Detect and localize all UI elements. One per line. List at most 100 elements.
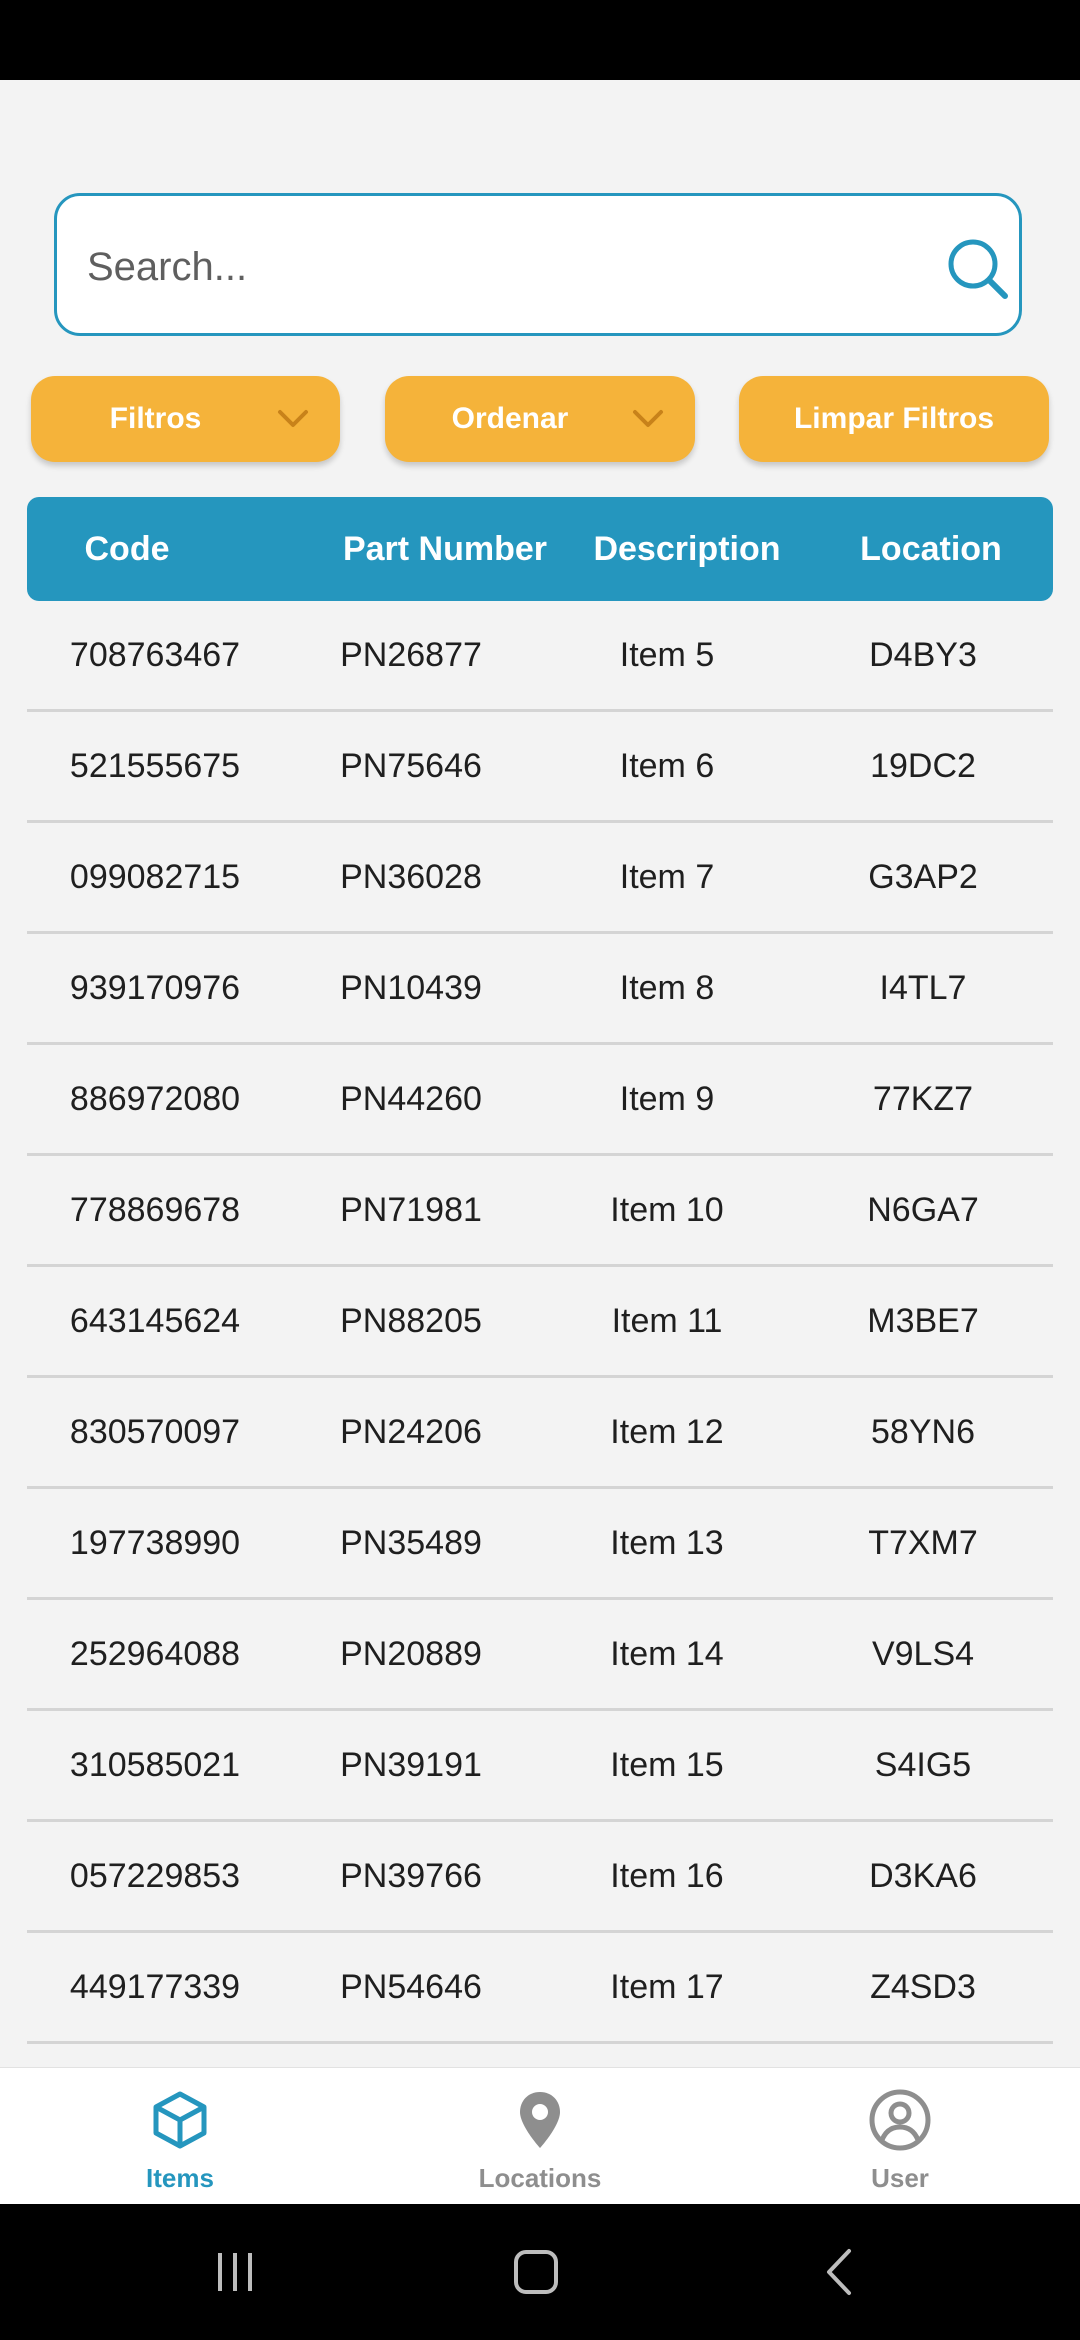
cell-part-number: PN44260 [340,1080,482,1118]
user-circle-icon [869,2089,931,2151]
cell-description: Item 5 [619,636,715,674]
items-table[interactable]: 708763467 PN26877 Item 5 D4BY3 521555675 PN75… [27,601,1053,2067]
cell-code: 708763467 [69,636,241,674]
table-row[interactable]: 939170976 PN10439 Item 8 I4TL7 [27,934,1053,1045]
search-icon[interactable] [943,234,1013,304]
sort-button[interactable]: Ordenar [385,376,695,462]
cube-icon [153,2091,207,2149]
search-bar[interactable] [54,193,1022,336]
cell-description: Item 12 [610,1413,724,1451]
cell-description: Item 13 [610,1524,724,1562]
cell-code: 099082715 [69,858,241,896]
cell-code: 521555675 [69,747,241,785]
cell-description: Item 8 [619,969,715,1007]
bottom-navigation: Items Locations User [0,2067,1080,2205]
cell-code: 643145624 [69,1302,241,1340]
system-navigation-bar [0,2204,1080,2340]
chevron-down-icon [633,410,663,427]
cell-location: T7XM7 [868,1524,978,1562]
cell-description: Item 14 [610,1635,724,1673]
column-header-location[interactable]: Location [803,497,1059,601]
nav-item-locations[interactable]: Locations [360,2068,720,2205]
cell-part-number: PN10439 [340,969,482,1007]
table-header: Code Part Number Description Location [27,497,1053,601]
cell-location: 19DC2 [870,747,976,785]
cell-part-number: PN39191 [340,1746,482,1784]
search-input[interactable] [85,226,909,308]
cell-part-number: PN24206 [340,1413,482,1451]
table-row[interactable]: 708763467 PN26877 Item 5 D4BY3 [27,601,1053,712]
cell-code: 886972080 [69,1080,241,1118]
cell-code: 310585021 [69,1746,241,1784]
recent-apps-icon[interactable] [210,2247,260,2297]
nav-item-user[interactable]: User [720,2068,1080,2205]
cell-part-number: PN75646 [340,747,482,785]
cell-location: Z4SD3 [870,1968,976,2006]
table-row[interactable]: 057229853 PN39766 Item 16 D3KA6 [27,1822,1053,1933]
cell-part-number: PN26877 [340,636,482,674]
cell-part-number: PN35489 [340,1524,482,1562]
table-row[interactable]: 449177339 PN54646 Item 17 Z4SD3 [27,1933,1053,2044]
cell-description: Item 17 [610,1968,724,2006]
cell-location: G3AP2 [868,858,978,896]
table-row[interactable]: 643145624 PN88205 Item 11 M3BE7 [27,1267,1053,1378]
cell-location: M3BE7 [867,1302,979,1340]
cell-location: 77KZ7 [872,1080,974,1118]
column-header-code[interactable]: Code [27,497,227,601]
filters-button[interactable]: Filtros [31,376,340,462]
cell-description: Item 11 [611,1302,723,1340]
cell-code: 057229853 [69,1857,241,1895]
cell-code: 695815377 [27,2044,283,2067]
cell-location: V9LS4 [871,1635,975,1673]
map-pin-icon [520,2092,560,2148]
cell-part-number: PN88205 [340,1302,482,1340]
cell-part-number: PN20889 [340,1635,482,1673]
cell-part-number: PN46541 [283,2044,539,2067]
cell-location: D4BY3 [869,636,977,674]
cell-part-number: PN54646 [340,1968,482,2006]
cell-location: D3KA6 [869,1857,977,1895]
cell-part-number: PN39766 [340,1857,482,1895]
cell-code: 778869678 [69,1191,241,1229]
table-row[interactable]: 886972080 PN44260 Item 9 77KZ7 [27,1045,1053,1156]
cell-description: Item 15 [610,1746,724,1784]
table-row[interactable]: 197738990 PN35489 Item 13 T7XM7 [27,1489,1053,1600]
table-row[interactable]: 310585021 PN39191 Item 15 S4IG5 [27,1711,1053,1822]
filters-button-label: Filtros [109,402,202,435]
home-icon[interactable] [511,2247,561,2297]
table-row[interactable]: 830570097 PN24206 Item 12 58YN6 [27,1378,1053,1489]
nav-label-user: User [871,2163,929,2193]
table-row[interactable]: 521555675 PN75646 Item 6 19DC2 [27,712,1053,823]
sort-button-label: Ordenar [451,402,569,435]
cell-code: 939170976 [69,969,241,1007]
cell-location: 58YN6 [871,1413,975,1451]
cell-description: Item 6 [619,747,715,785]
cell-location: M6FV2 [795,2044,1051,2067]
cell-code: 830570097 [69,1413,241,1451]
nav-label-items: Items [146,2163,214,2193]
cell-code: 197738990 [69,1524,241,1562]
cell-part-number: PN71981 [340,1191,482,1229]
clear-filters-button-label: Limpar Filtros [793,402,995,435]
column-header-description[interactable]: Description [549,497,825,601]
back-icon[interactable] [815,2247,865,2297]
cell-location: S4IG5 [874,1746,972,1784]
status-bar [0,0,1080,80]
cell-description: Item 7 [619,858,715,896]
chevron-down-icon [278,410,308,427]
cell-description: Item 10 [610,1191,724,1229]
cell-location: I4TL7 [879,969,967,1007]
table-row[interactable]: 778869678 PN71981 Item 10 N6GA7 [27,1156,1053,1267]
table-row[interactable]: 099082715 PN36028 Item 7 G3AP2 [27,823,1053,934]
table-row[interactable]: 252964088 PN20889 Item 14 V9LS4 [27,1600,1053,1711]
cell-code: 449177339 [69,1968,241,2006]
cell-description: Item 9 [619,1080,715,1118]
cell-part-number: PN36028 [340,858,482,896]
cell-code: 252964088 [69,1635,241,1673]
cell-description: Item 18 [539,2044,795,2067]
nav-item-items[interactable]: Items [0,2068,360,2205]
cell-location: N6GA7 [867,1191,979,1229]
clear-filters-button[interactable]: Limpar Filtros [739,376,1049,462]
table-row[interactable]: 695815377PN46541Item 18M6FV2 [27,2044,1053,2067]
nav-label-locations: Locations [478,2163,602,2193]
